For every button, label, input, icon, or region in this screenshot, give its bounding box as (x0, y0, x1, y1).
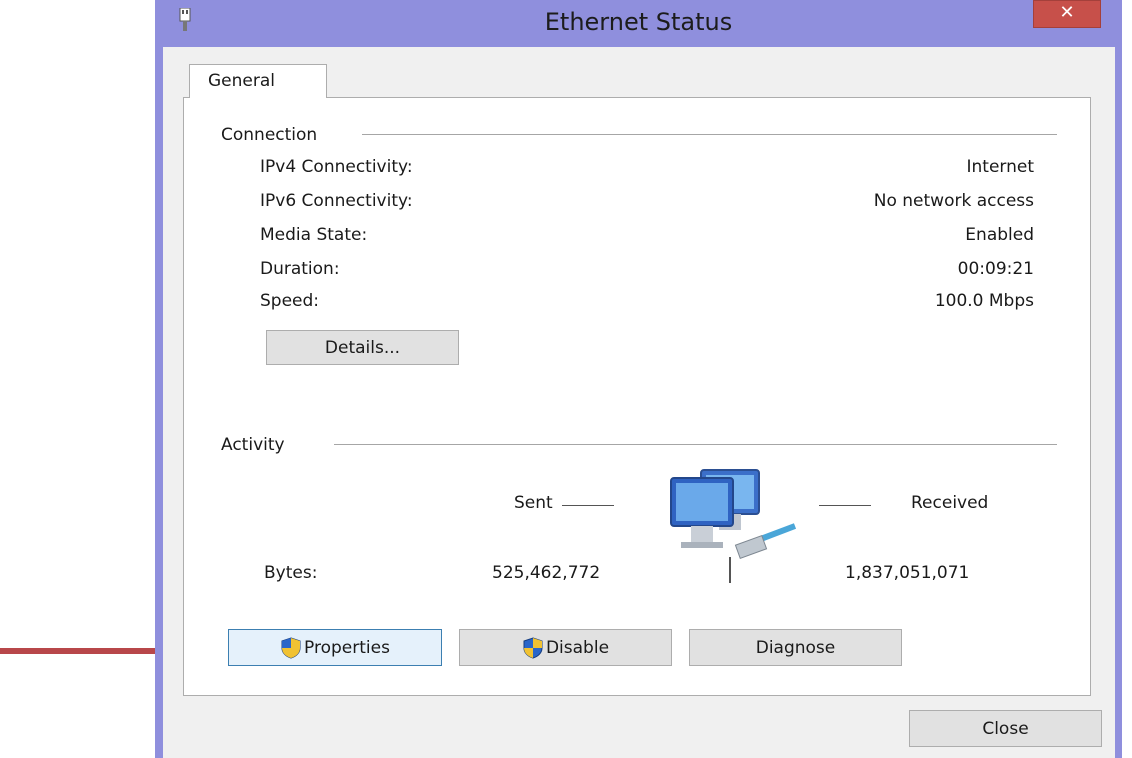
connection-group-label: Connection (221, 125, 332, 145)
duration-value: 00:09:21 (957, 259, 1034, 279)
general-tab-panel: Connection IPv4 Connectivity: Internet I… (183, 97, 1091, 696)
window-title: Ethernet Status (544, 8, 733, 36)
activity-group-label: Activity (221, 435, 299, 455)
info-row-media-state: Media State: Enabled (260, 225, 1034, 249)
activity-divider (334, 444, 1057, 445)
ipv4-label: IPv4 Connectivity: (260, 157, 413, 177)
ipv6-value: No network access (873, 191, 1034, 211)
received-label: Received (911, 493, 989, 513)
media-state-value: Enabled (965, 225, 1034, 245)
bytes-received-value: 1,837,051,071 (845, 563, 970, 583)
info-row-speed: Speed: 100.0 Mbps (260, 291, 1034, 315)
bytes-sent-value: 525,462,772 (492, 563, 601, 583)
bytes-label: Bytes: (264, 563, 318, 583)
ipv4-value: Internet (966, 157, 1034, 177)
info-row-duration: Duration: 00:09:21 (260, 259, 1034, 283)
network-computers-icon (670, 469, 797, 560)
dialog-client-area: General Connection IPv4 Connectivity: In… (163, 47, 1115, 758)
properties-button[interactable]: Properties (228, 629, 442, 666)
speed-value: 100.0 Mbps (934, 291, 1034, 311)
tab-general[interactable]: General (189, 64, 327, 98)
media-state-label: Media State: (260, 225, 368, 245)
title-bar[interactable]: Ethernet Status ✕ (155, 0, 1122, 50)
ethernet-status-window: Ethernet Status ✕ General Connection IPv… (155, 0, 1122, 758)
duration-label: Duration: (260, 259, 340, 279)
info-row-ipv4: IPv4 Connectivity: Internet (260, 157, 1034, 181)
uac-shield-icon (281, 636, 301, 659)
connection-divider (362, 134, 1057, 135)
close-button[interactable]: Close (909, 710, 1102, 747)
received-line (819, 505, 871, 506)
window-close-button[interactable]: ✕ (1033, 0, 1101, 28)
speed-label: Speed: (260, 291, 320, 311)
disable-button[interactable]: Disable (459, 629, 672, 666)
disable-button-label: Disable (545, 637, 610, 658)
details-button[interactable]: Details... (266, 330, 459, 365)
properties-button-label: Properties (304, 637, 390, 658)
diagnose-button[interactable]: Diagnose (689, 629, 902, 666)
bytes-separator (729, 557, 731, 583)
ipv6-label: IPv6 Connectivity: (260, 191, 413, 211)
sent-line (562, 505, 614, 506)
uac-shield-icon (523, 636, 543, 659)
sent-label: Sent (514, 493, 553, 513)
info-row-ipv6: IPv6 Connectivity: No network access (260, 191, 1034, 215)
